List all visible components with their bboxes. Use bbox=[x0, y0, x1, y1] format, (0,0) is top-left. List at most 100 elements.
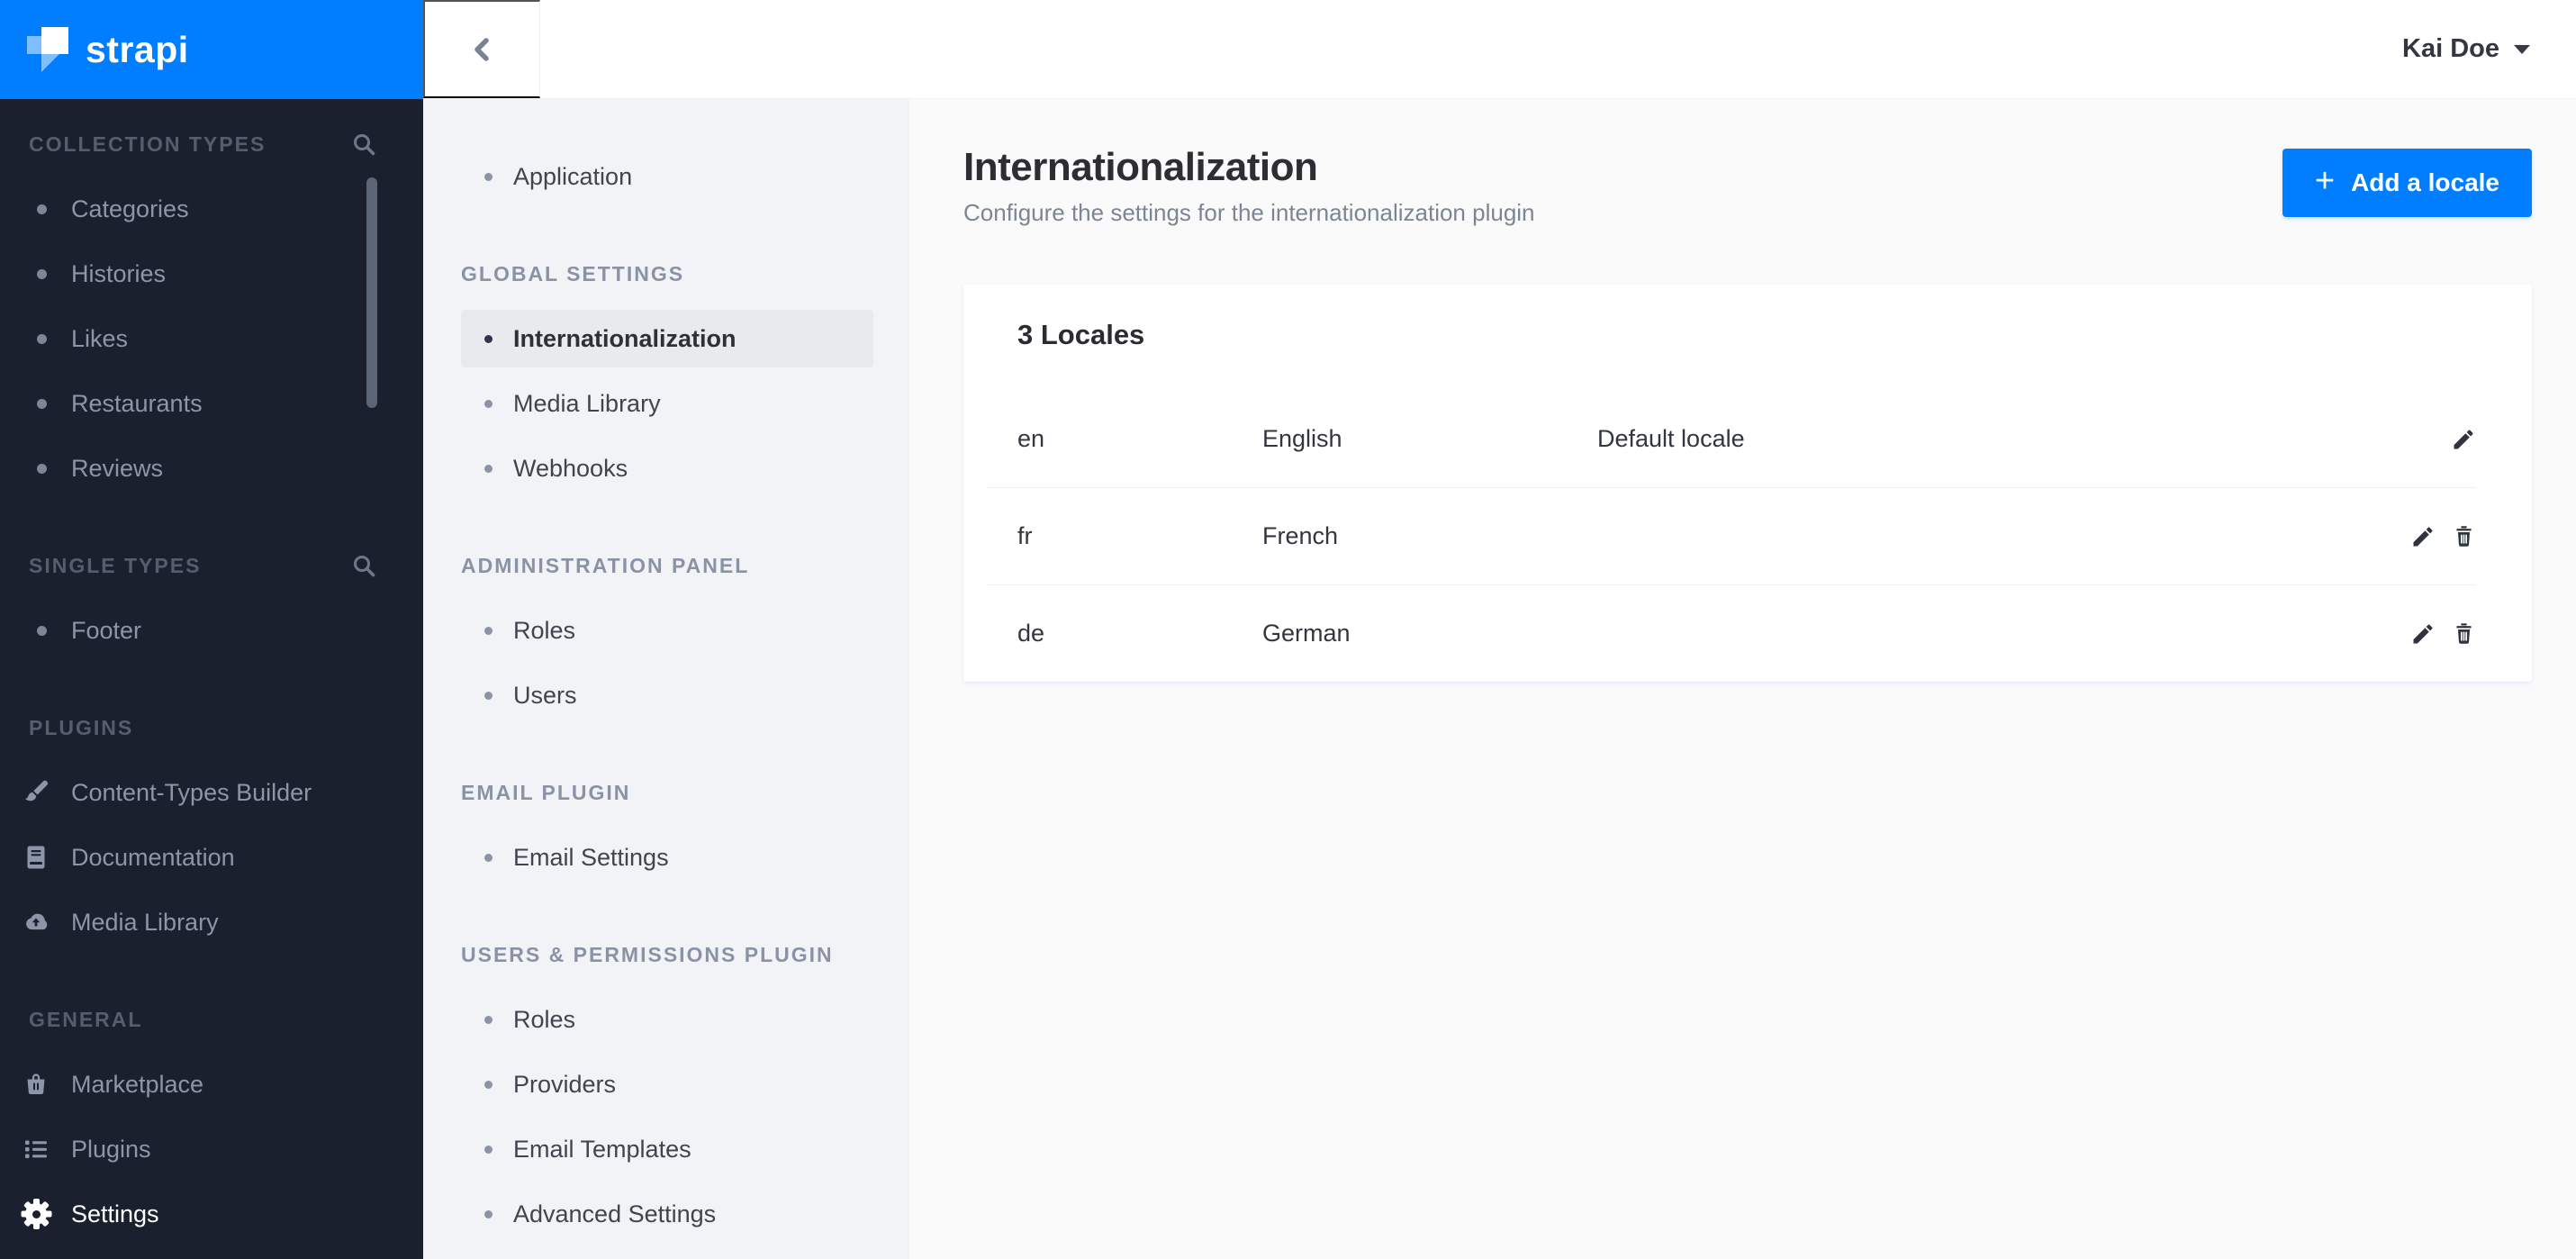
locale-code: fr bbox=[1017, 522, 1033, 549]
settings-item-email-templates[interactable]: Email Templates bbox=[423, 1117, 909, 1182]
search-icon[interactable] bbox=[349, 551, 378, 580]
sidebar-item-marketplace[interactable]: Marketplace bbox=[0, 1052, 423, 1117]
pencil-icon bbox=[2413, 526, 2433, 546]
edit-locale-button[interactable] bbox=[2409, 522, 2437, 551]
bullet-dot bbox=[484, 172, 493, 181]
sidebar-item-categories[interactable]: Categories bbox=[0, 177, 423, 241]
settings-item-advanced-settings[interactable]: Advanced Settings bbox=[423, 1182, 909, 1246]
sidebar-item-restaurants[interactable]: Restaurants bbox=[0, 371, 423, 436]
settings-item-label: Internationalization bbox=[513, 324, 737, 352]
chevron-down-icon bbox=[2514, 44, 2530, 54]
locale-name: German bbox=[1262, 620, 1351, 647]
bullet-dot bbox=[484, 1145, 493, 1154]
sidebar-item-label: Footer bbox=[71, 616, 142, 644]
locale-name: French bbox=[1262, 522, 1339, 549]
settings-item-internationalization[interactable]: Internationalization bbox=[461, 310, 873, 367]
sidebar-item-label: Histories bbox=[71, 259, 167, 287]
nav-section-collection-types: COLLECTION TYPES Categories Histories Li… bbox=[0, 112, 423, 501]
bullet-dot bbox=[37, 268, 47, 279]
settings-section-title: GLOBAL SETTINGS bbox=[461, 261, 685, 285]
add-locale-button-label: Add a locale bbox=[2351, 168, 2499, 196]
settings-item-webhooks[interactable]: Webhooks bbox=[423, 436, 909, 501]
settings-item-label: Roles bbox=[513, 1005, 576, 1033]
locales-card: 3 Locales en English Default locale fr F… bbox=[963, 285, 2532, 682]
bullet-dot bbox=[484, 626, 493, 635]
settings-item-email-settings[interactable]: Email Settings bbox=[423, 825, 909, 890]
sidebar-item-label: Reviews bbox=[71, 454, 164, 482]
locale-code: de bbox=[1017, 620, 1045, 647]
delete-locale-button[interactable] bbox=[2449, 522, 2478, 551]
edit-locale-button[interactable] bbox=[2449, 425, 2478, 454]
sidebar-item-media-library[interactable]: Media Library bbox=[0, 890, 423, 955]
bullet-dot bbox=[484, 1080, 493, 1089]
back-button[interactable] bbox=[423, 0, 540, 98]
sidebar-item-label: Plugins bbox=[71, 1135, 151, 1163]
bullet-dot bbox=[37, 333, 47, 344]
pencil-icon bbox=[2413, 623, 2433, 643]
bullet-dot bbox=[484, 464, 493, 473]
sidebar-item-histories[interactable]: Histories bbox=[0, 241, 423, 306]
settings-item-label: Email Templates bbox=[513, 1135, 691, 1163]
sidebar-scrollbar-thumb[interactable] bbox=[366, 177, 377, 408]
strapi-logo-icon bbox=[27, 27, 68, 72]
row-actions bbox=[2379, 522, 2478, 551]
settings-item-label: Application bbox=[513, 162, 633, 190]
nav-section-title: SINGLE TYPES bbox=[29, 553, 202, 577]
main-nav: COLLECTION TYPES Categories Histories Li… bbox=[0, 99, 423, 1246]
settings-item-media-library[interactable]: Media Library bbox=[423, 371, 909, 436]
add-locale-button[interactable]: + Add a locale bbox=[2282, 149, 2532, 217]
row-actions bbox=[2379, 425, 2478, 454]
settings-item-label: Users bbox=[513, 681, 577, 709]
settings-section-title: EMAIL PLUGIN bbox=[461, 780, 631, 804]
sidebar-item-label: Documentation bbox=[71, 843, 235, 871]
locales-count-heading: 3 Locales bbox=[1017, 319, 1145, 350]
locale-default-badge: Default locale bbox=[1597, 425, 1745, 452]
locale-code: en bbox=[1017, 425, 1045, 452]
sidebar-item-label: Marketplace bbox=[71, 1070, 204, 1098]
bullet-dot bbox=[484, 334, 493, 343]
settings-item-application[interactable]: Application bbox=[423, 144, 909, 209]
bullet-dot bbox=[37, 625, 47, 636]
settings-section-global-settings: GLOBAL SETTINGS Internationalization Med… bbox=[423, 241, 909, 501]
settings-section-title: ADMINISTRATION PANEL bbox=[461, 553, 750, 577]
sidebar-item-content-types-builder[interactable]: Content-Types Builder bbox=[0, 760, 423, 825]
bullet-dot bbox=[484, 691, 493, 700]
settings-item-up-roles[interactable]: Roles bbox=[423, 987, 909, 1052]
settings-item-label: Providers bbox=[513, 1070, 617, 1098]
sidebar-item-label: Content-Types Builder bbox=[71, 778, 312, 806]
strapi-logo[interactable]: strapi bbox=[0, 0, 423, 99]
locale-row-de: de German bbox=[963, 585, 2532, 682]
locale-row-fr: fr French bbox=[963, 488, 2532, 584]
sidebar-item-plugins[interactable]: Plugins bbox=[0, 1117, 423, 1182]
settings-item-label: Roles bbox=[513, 616, 576, 644]
main-content: Internationalization Configure the setti… bbox=[909, 100, 2576, 1259]
settings-item-providers[interactable]: Providers bbox=[423, 1052, 909, 1117]
edit-locale-button[interactable] bbox=[2409, 620, 2437, 648]
settings-item-admin-users[interactable]: Users bbox=[423, 663, 909, 728]
book-icon bbox=[21, 842, 51, 873]
cloud-upload-icon bbox=[21, 907, 51, 937]
locale-name: English bbox=[1262, 425, 1342, 452]
user-menu[interactable]: Kai Doe bbox=[2402, 34, 2530, 64]
trash-icon bbox=[2455, 623, 2472, 644]
nav-section-plugins: PLUGINS Content-Types Builder Documentat… bbox=[0, 695, 423, 955]
sidebar-item-footer[interactable]: Footer bbox=[0, 598, 423, 663]
search-icon[interactable] bbox=[349, 130, 378, 159]
paintbrush-icon bbox=[21, 777, 51, 808]
page-header: Internationalization Configure the setti… bbox=[963, 145, 2532, 227]
sidebar-item-documentation[interactable]: Documentation bbox=[0, 825, 423, 890]
sidebar-item-likes[interactable]: Likes bbox=[0, 306, 423, 371]
bullet-dot bbox=[484, 1209, 493, 1218]
settings-item-label: Email Settings bbox=[513, 843, 669, 871]
sidebar-item-reviews[interactable]: Reviews bbox=[0, 436, 423, 501]
basket-icon bbox=[21, 1069, 51, 1100]
sidebar-item-settings[interactable]: Settings bbox=[0, 1182, 423, 1246]
bullet-dot bbox=[484, 1015, 493, 1024]
settings-section-title: USERS & PERMISSIONS PLUGIN bbox=[461, 942, 834, 966]
settings-item-label: Webhooks bbox=[513, 454, 628, 482]
delete-locale-button[interactable] bbox=[2449, 620, 2478, 648]
settings-item-admin-roles[interactable]: Roles bbox=[423, 598, 909, 663]
bullet-dot bbox=[37, 204, 47, 214]
settings-section-users-permissions-plugin: USERS & PERMISSIONS PLUGIN Roles Provide… bbox=[423, 922, 909, 1246]
sidebar-item-label: Likes bbox=[71, 324, 129, 352]
